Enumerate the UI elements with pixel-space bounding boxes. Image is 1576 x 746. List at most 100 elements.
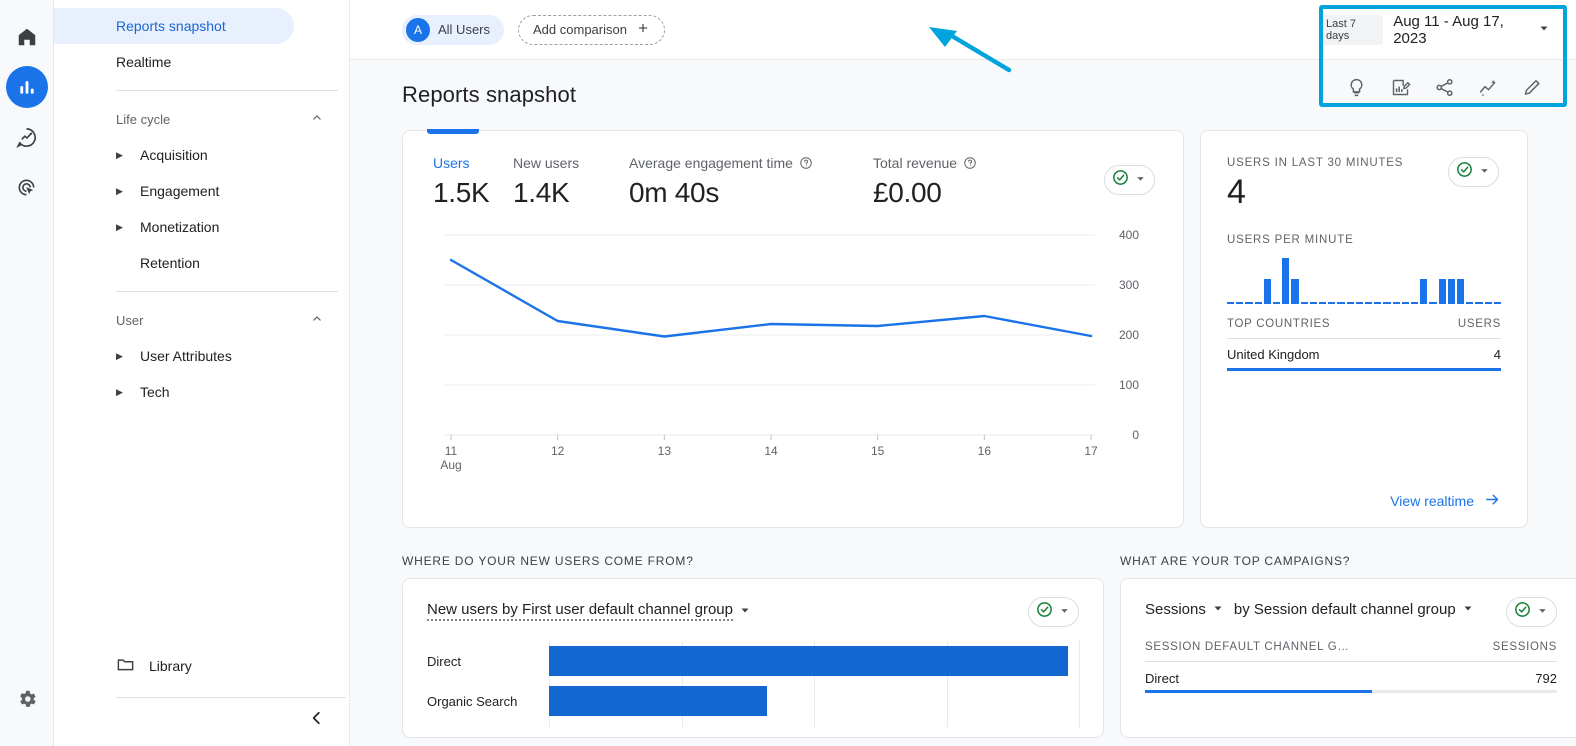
sessions-metric-selector[interactable]: Sessions by Session default channel grou… — [1145, 601, 1474, 618]
bar — [1494, 302, 1501, 304]
bar — [1383, 302, 1390, 304]
chevron-right-icon: ▶ — [116, 150, 123, 161]
sidebar-item-user-attributes[interactable]: ▶ User Attributes — [54, 338, 349, 374]
users-per-minute-chart — [1227, 256, 1501, 304]
chevron-down-icon — [1212, 601, 1224, 618]
chevron-down-icon — [1059, 603, 1070, 621]
trend-insights-icon[interactable] — [1476, 76, 1500, 100]
bar — [1439, 279, 1446, 304]
date-range-selector[interactable]: Last 7 days Aug 11 - Aug 17, 2023 — [1320, 0, 1564, 60]
sidebar-group-label: User — [116, 313, 143, 328]
bar — [1347, 302, 1354, 304]
top-cards-row: Users 1.5K New users 1.4K Average engage… — [350, 108, 1576, 528]
sidebar-item-library[interactable]: Library — [54, 648, 349, 684]
bar — [1393, 302, 1400, 304]
bar — [1374, 302, 1381, 304]
bar — [1310, 302, 1317, 304]
users-line-chart: 010020030040011121314151617Aug — [433, 227, 1155, 484]
channel-name: Direct — [1145, 671, 1179, 686]
sidebar-item-retention[interactable]: Retention — [54, 245, 349, 281]
top-countries-header: TOP COUNTRIES USERS — [1227, 318, 1501, 339]
edit-pencil-icon[interactable] — [1520, 76, 1544, 100]
help-icon[interactable] — [799, 156, 813, 170]
metric-label: Average engagement time — [629, 155, 793, 171]
sidebar-item-acquisition[interactable]: ▶ Acquisition — [54, 137, 349, 173]
metric-label: New users — [513, 155, 579, 171]
section-title: WHERE DO YOUR NEW USERS COME FROM? — [402, 554, 1104, 568]
sidebar-group-user[interactable]: User — [54, 302, 338, 338]
card-status-menu[interactable] — [1104, 165, 1155, 195]
campaigns-status-menu[interactable] — [1506, 597, 1557, 627]
metric-users[interactable]: Users 1.5K — [433, 155, 513, 209]
bar — [1365, 302, 1372, 304]
users-column-label: USERS — [1458, 318, 1501, 330]
date-preset-badge: Last 7 days — [1320, 15, 1383, 45]
advertising-icon[interactable] — [6, 166, 48, 208]
chevron-right-icon: ▶ — [116, 351, 123, 362]
bar — [1282, 258, 1289, 304]
help-icon[interactable] — [963, 156, 977, 170]
reports-icon[interactable] — [6, 66, 48, 108]
view-realtime-label: View realtime — [1390, 493, 1474, 509]
metric-label: Users — [433, 155, 470, 171]
chevron-down-icon — [1479, 163, 1490, 181]
svg-text:100: 100 — [1119, 378, 1139, 392]
explore-icon[interactable] — [6, 116, 48, 158]
bar — [1273, 302, 1280, 304]
segment-chip-label: All Users — [438, 22, 490, 37]
add-comparison-button[interactable]: Add comparison — [518, 15, 665, 45]
bar — [1457, 279, 1464, 304]
sidebar-item-engagement[interactable]: ▶ Engagement — [54, 173, 349, 209]
new-users-status-menu[interactable] — [1028, 597, 1079, 627]
chevron-down-icon — [1538, 21, 1550, 39]
chevron-right-icon: ▶ — [116, 186, 123, 197]
folder-icon — [116, 655, 135, 677]
chevron-up-icon — [310, 111, 324, 128]
sidebar-item-label: Monetization — [140, 219, 219, 235]
bar — [1411, 302, 1418, 304]
users-per-minute-label: USERS PER MINUTE — [1227, 234, 1501, 246]
date-range-panel: Last 7 days Aug 11 - Aug 17, 2023 — [1320, 0, 1564, 60]
section-title: WHAT ARE YOUR TOP CAMPAIGNS? — [1120, 554, 1576, 568]
bar — [1337, 302, 1344, 304]
metric-value: 1.5K — [433, 177, 513, 209]
collapse-sidebar-button[interactable] — [303, 704, 331, 732]
country-name: United Kingdom — [1227, 347, 1320, 362]
settings-gear-icon[interactable] — [6, 678, 48, 720]
segment-chip-all-users[interactable]: A All Users — [402, 15, 504, 45]
sidebar-item-realtime[interactable]: Realtime — [54, 44, 349, 80]
bar — [1485, 302, 1492, 304]
metric-average-engagement-time[interactable]: Average engagement time 0m 40s — [629, 155, 873, 209]
bar — [1420, 279, 1427, 304]
bar-row[interactable]: Direct — [427, 641, 1079, 681]
customize-report-icon[interactable] — [1388, 76, 1412, 100]
metric-new-users[interactable]: New users 1.4K — [513, 155, 629, 209]
svg-text:14: 14 — [764, 444, 778, 458]
table-row[interactable]: United Kingdom 4 — [1227, 339, 1501, 371]
bar-row[interactable]: Organic Search — [427, 681, 1079, 721]
table-row[interactable]: Direct 792 — [1145, 662, 1557, 693]
metric-total-revenue[interactable]: Total revenue £0.00 — [873, 155, 1093, 209]
home-icon[interactable] — [6, 16, 48, 58]
sidebar-item-monetization[interactable]: ▶ Monetization — [54, 209, 349, 245]
bar-track — [549, 646, 1079, 676]
metric-value: 0m 40s — [629, 177, 873, 209]
bar — [1319, 302, 1326, 304]
plus-icon — [636, 21, 650, 38]
new-users-section: WHERE DO YOUR NEW USERS COME FROM? New u… — [402, 554, 1104, 738]
row-bar-fill — [1145, 690, 1372, 693]
gridline — [1079, 641, 1080, 727]
share-icon[interactable] — [1432, 76, 1456, 100]
insights-lightbulb-icon[interactable] — [1344, 76, 1368, 100]
bar — [1402, 302, 1409, 304]
view-realtime-link[interactable]: View realtime — [1390, 491, 1501, 511]
realtime-status-menu[interactable] — [1448, 157, 1499, 187]
sidebar-item-reports-snapshot[interactable]: Reports snapshot — [54, 8, 294, 44]
new-users-dimension-selector[interactable]: New users by First user default channel … — [427, 601, 751, 621]
bar — [1356, 302, 1363, 304]
sidebar-item-tech[interactable]: ▶ Tech — [54, 374, 349, 410]
top-campaigns-section: WHAT ARE YOUR TOP CAMPAIGNS? Sessions by… — [1120, 554, 1576, 738]
bar-fill — [549, 686, 767, 716]
svg-text:16: 16 — [978, 444, 992, 458]
sidebar-group-life-cycle[interactable]: Life cycle — [54, 101, 338, 137]
